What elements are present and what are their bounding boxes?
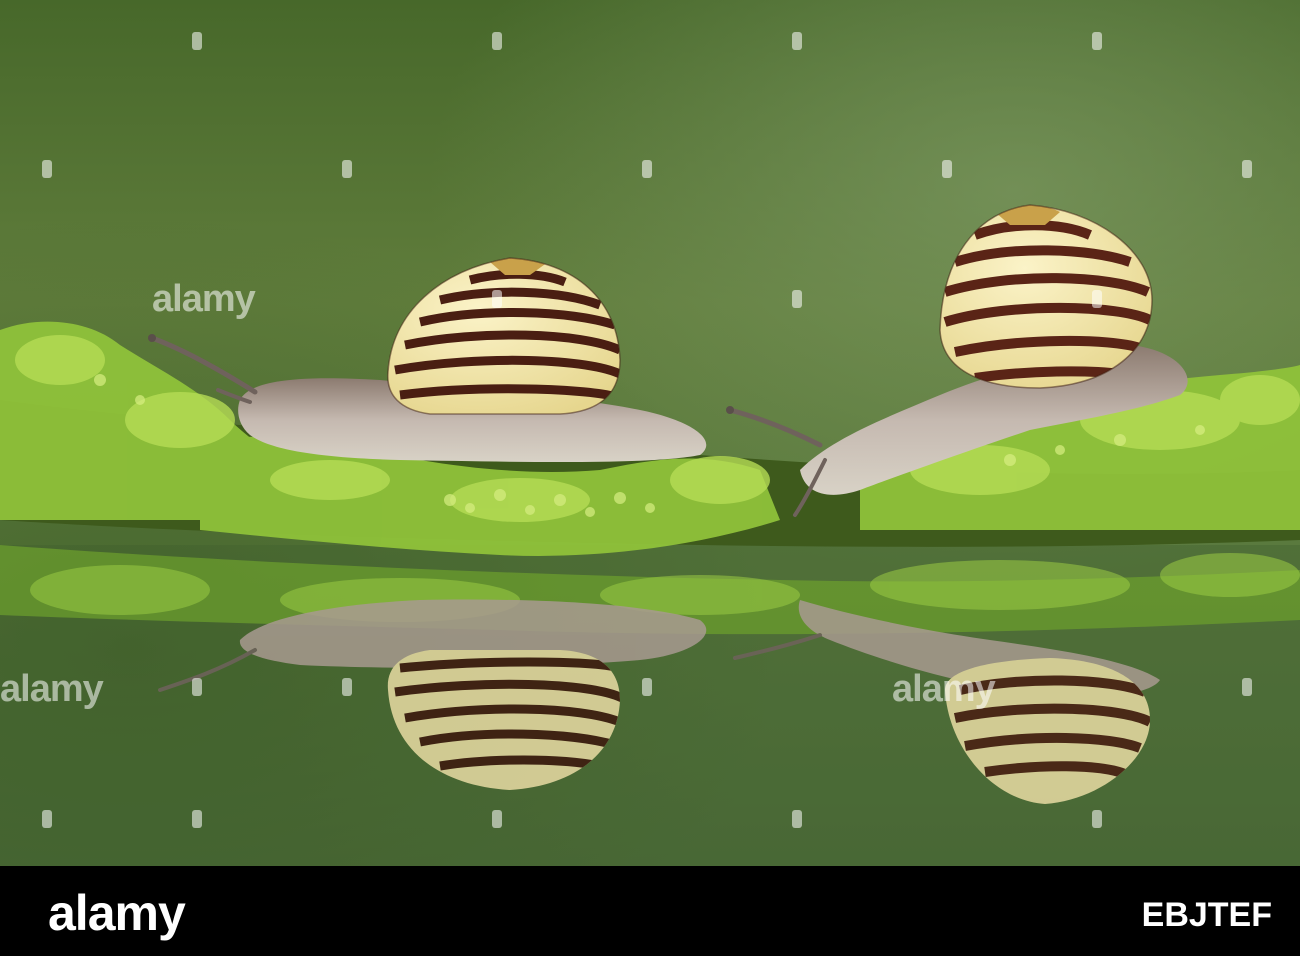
watermark-dot <box>342 160 352 178</box>
image-id-label: EBJTEF <box>1141 896 1272 934</box>
watermark-dot <box>1242 678 1252 696</box>
watermark-dot <box>42 810 52 828</box>
watermark-dot <box>492 290 502 308</box>
watermark-dot <box>792 290 802 308</box>
watermark-dot <box>1092 810 1102 828</box>
footer-bar: alamy EBJTEF <box>0 866 1300 956</box>
watermark-dot <box>492 32 502 50</box>
snail-photo: alamy alamy alamy <box>0 0 1300 866</box>
watermark-dot <box>792 32 802 50</box>
watermark-dot <box>492 810 502 828</box>
watermark-dot <box>1092 290 1102 308</box>
watermark-dot <box>42 160 52 178</box>
watermark-dot <box>342 678 352 696</box>
watermark-dot <box>192 810 202 828</box>
watermark-dot <box>192 32 202 50</box>
stock-photo-frame: alamy alamy alamy alamy EBJTEF <box>0 0 1300 956</box>
watermark-dot <box>642 678 652 696</box>
watermark-dot <box>192 678 202 696</box>
watermark-dot <box>1092 32 1102 50</box>
watermark-dot <box>792 810 802 828</box>
alamy-logo: alamy <box>48 885 186 941</box>
watermark-dot <box>942 160 952 178</box>
watermark-dot <box>1242 160 1252 178</box>
watermark-dot <box>642 160 652 178</box>
snail-photo-artwork <box>0 0 1300 866</box>
